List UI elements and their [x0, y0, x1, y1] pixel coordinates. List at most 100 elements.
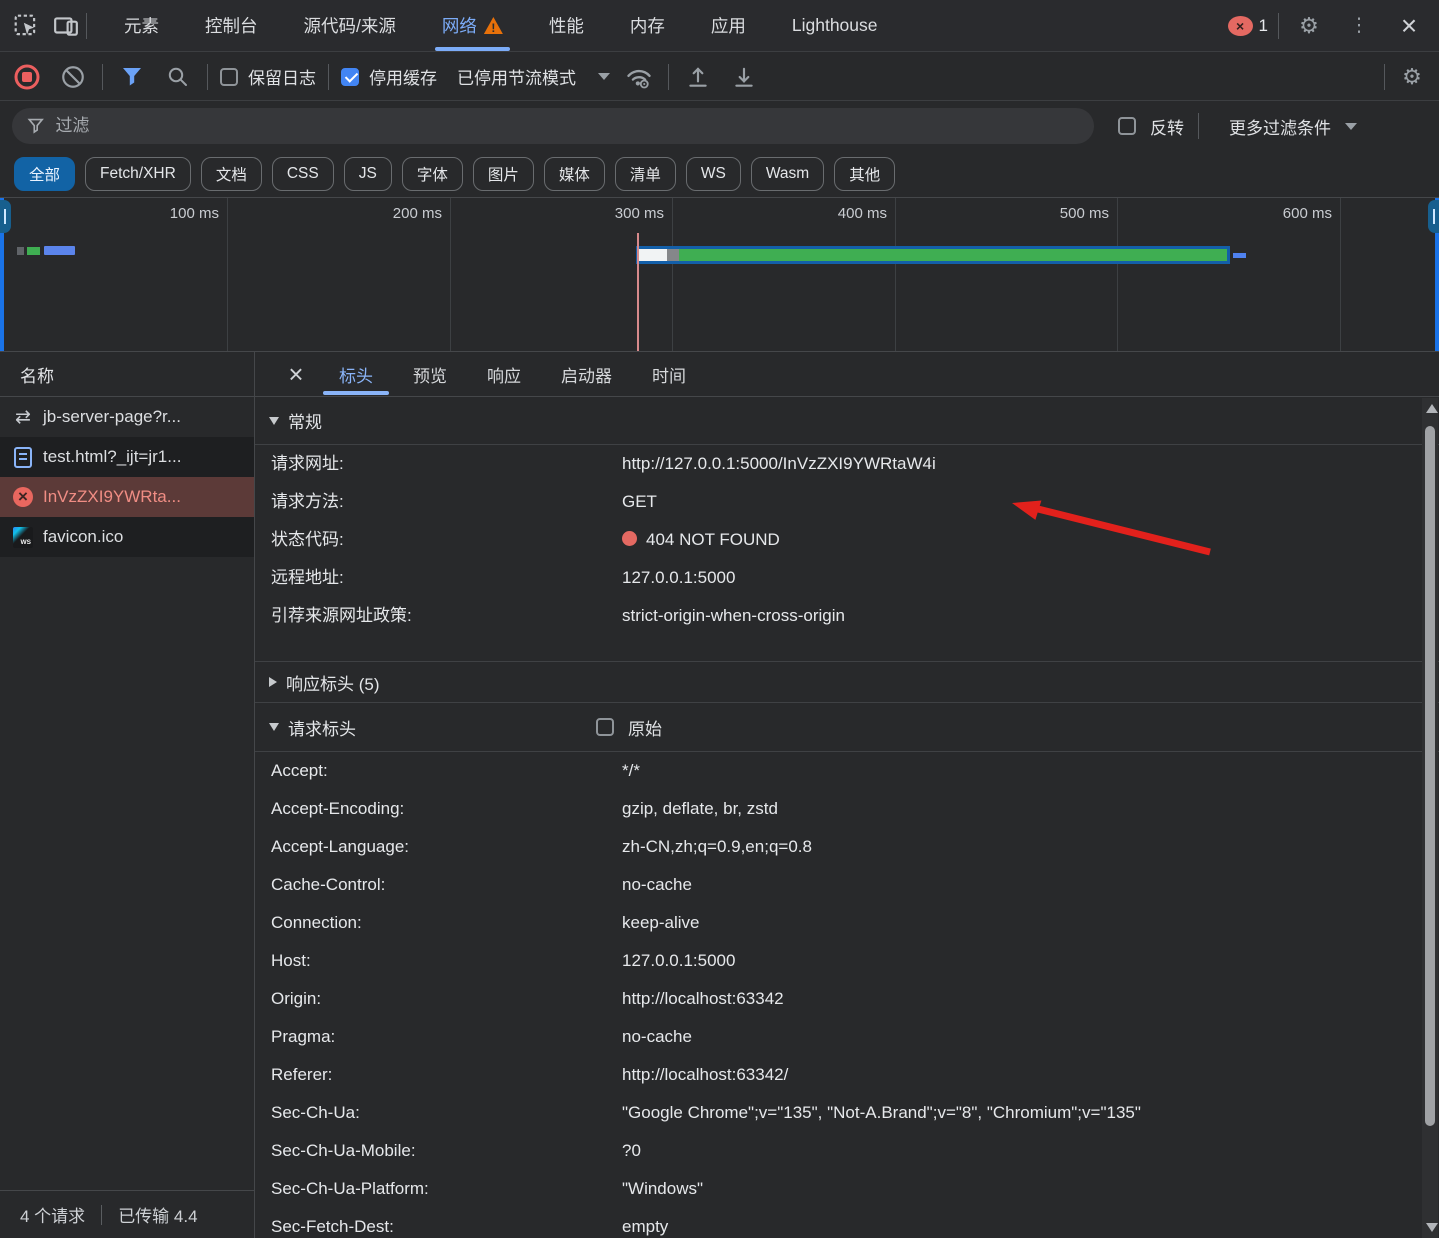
general-section-header[interactable]: 常规: [255, 397, 1439, 445]
header-value: strict-origin-when-cross-origin: [622, 606, 845, 625]
header-value: 127.0.0.1:5000: [622, 568, 735, 587]
scrollbar-up-arrow-icon[interactable]: [1426, 404, 1438, 413]
divider: [1384, 64, 1385, 90]
resource-type-chip[interactable]: 字体: [402, 157, 463, 191]
clear-network-log-button[interactable]: [56, 60, 90, 94]
header-value: 127.0.0.1:5000: [622, 951, 735, 970]
invert-filter-checkbox[interactable]: [1118, 117, 1136, 135]
request-bar-small-green[interactable]: [27, 247, 40, 255]
devtools-tab[interactable]: 内存: [607, 0, 688, 52]
resource-type-chip[interactable]: 全部: [14, 157, 75, 191]
request-row[interactable]: InVzZXI9YWRta...: [0, 477, 254, 517]
devtools-tab[interactable]: 网络: [419, 0, 526, 52]
filter-row: 反转 更多过滤条件: [0, 102, 1439, 150]
device-toolbar-icon[interactable]: [46, 6, 86, 46]
request-bar-small-blue[interactable]: [44, 246, 75, 255]
devtools-tab[interactable]: 元素: [101, 0, 182, 52]
headers-content: 常规 请求网址: http://127.0.0.1:5000/InVzZXI9Y…: [255, 397, 1439, 1238]
details-tab[interactable]: 标头: [325, 352, 387, 397]
preserve-log-checkbox[interactable]: [220, 68, 238, 86]
resource-type-chip[interactable]: CSS: [272, 157, 334, 191]
details-tab[interactable]: 预览: [399, 352, 461, 397]
close-devtools-icon[interactable]: ×: [1389, 6, 1429, 46]
resource-type-chip[interactable]: WS: [686, 157, 741, 191]
devtools-tab[interactable]: Lighthouse: [769, 0, 901, 52]
gridline: [1117, 198, 1118, 352]
preserve-log-toggle[interactable]: 保留日志: [220, 64, 316, 89]
warning-icon: [484, 17, 503, 34]
header-value: keep-alive: [622, 913, 700, 932]
details-tab[interactable]: 启动器: [547, 352, 626, 397]
request-headers-section-header[interactable]: 请求标头 原始: [255, 703, 1439, 752]
throttling-select[interactable]: 已停用节流模式: [457, 64, 610, 89]
kebab-menu-icon[interactable]: ⋮: [1339, 6, 1379, 46]
more-filters-label[interactable]: 更多过滤条件: [1229, 114, 1331, 139]
request-type-icon: [13, 527, 33, 547]
network-overview-waterfall[interactable]: 100 ms200 ms300 ms400 ms500 ms600 ms: [0, 198, 1439, 352]
devtools-tab[interactable]: 性能: [526, 0, 607, 52]
header-key: Cache-Control:: [255, 866, 622, 904]
overview-right-drag-handle[interactable]: [1428, 200, 1439, 233]
request-headers-title: 请求标头: [288, 715, 356, 740]
request-name: InVzZXI9YWRta...: [43, 487, 181, 507]
name-column-header[interactable]: 名称: [0, 352, 254, 397]
header-row: Host: 127.0.0.1:5000: [255, 942, 1439, 980]
request-bar-small-gray[interactable]: [17, 247, 24, 255]
devtools-tab[interactable]: 应用: [688, 0, 769, 52]
gridline: [895, 198, 896, 352]
network-conditions-icon[interactable]: [622, 60, 656, 94]
header-key: Origin:: [255, 980, 622, 1018]
disable-cache-label: 停用缓存: [369, 64, 437, 89]
disable-cache-toggle[interactable]: 停用缓存: [341, 64, 437, 89]
scrollbar-thumb[interactable]: [1425, 426, 1435, 1126]
resource-type-chip[interactable]: JS: [344, 157, 392, 191]
network-settings-gear-icon[interactable]: ⚙: [1395, 60, 1429, 94]
header-value: http://localhost:63342: [622, 989, 784, 1008]
scrollbar-down-arrow-icon[interactable]: [1426, 1223, 1438, 1232]
chevron-down-icon: [598, 73, 610, 80]
export-har-icon[interactable]: [727, 60, 761, 94]
resource-type-chip[interactable]: 其他: [834, 157, 895, 191]
resource-type-chip[interactable]: 文档: [201, 157, 262, 191]
header-row: Cache-Control: no-cache: [255, 866, 1439, 904]
filter-input-container[interactable]: [12, 108, 1094, 144]
disable-cache-checkbox[interactable]: [341, 68, 359, 86]
request-type-icon: [13, 487, 33, 507]
filter-input[interactable]: [55, 116, 1080, 136]
header-key: Connection:: [255, 904, 622, 942]
details-scrollbar[interactable]: [1422, 398, 1438, 1238]
resource-type-chip[interactable]: Fetch/XHR: [85, 157, 191, 191]
search-icon[interactable]: [161, 60, 195, 94]
request-name: jb-server-page?r...: [43, 407, 181, 427]
gridline: [450, 198, 451, 352]
overview-left-drag-handle[interactable]: [0, 200, 11, 233]
request-name: favicon.ico: [43, 527, 123, 547]
request-row[interactable]: jb-server-page?r...: [0, 397, 254, 437]
request-row[interactable]: test.html?_ijt=jr1...: [0, 437, 254, 477]
error-count-badge[interactable]: × 1: [1228, 16, 1268, 36]
details-tab[interactable]: 响应: [473, 352, 535, 397]
resource-type-chip[interactable]: 清单: [615, 157, 676, 191]
close-details-icon[interactable]: ×: [283, 361, 309, 387]
request-rows: jb-server-page?r... test.html?_ijt=jr1..…: [0, 397, 254, 557]
devtools-tabs: 元素 控制台 源代码/来源 网络 性能: [101, 0, 901, 52]
raw-headers-checkbox[interactable]: [596, 718, 614, 736]
response-headers-section-header[interactable]: 响应标头 (5): [255, 662, 1439, 703]
divider: [1278, 13, 1279, 39]
record-network-log-button[interactable]: [10, 60, 44, 94]
devtools-tab[interactable]: 源代码/来源: [281, 0, 419, 52]
details-tab[interactable]: 时间: [638, 352, 700, 397]
status-error-dot: [622, 531, 637, 546]
selected-request-bar[interactable]: [636, 246, 1230, 264]
import-har-icon[interactable]: [681, 60, 715, 94]
resource-type-chip[interactable]: 图片: [473, 157, 534, 191]
devtools-tab[interactable]: 控制台: [182, 0, 281, 52]
request-row[interactable]: favicon.ico: [0, 517, 254, 557]
header-row: Accept-Encoding: gzip, deflate, br, zstd: [255, 790, 1439, 828]
inspect-element-icon[interactable]: [6, 6, 46, 46]
settings-gear-icon[interactable]: ⚙: [1289, 6, 1329, 46]
resource-type-chip[interactable]: Wasm: [751, 157, 824, 191]
filter-funnel-icon[interactable]: [115, 60, 149, 94]
expand-triangle-icon: [269, 677, 277, 687]
resource-type-chip[interactable]: 媒体: [544, 157, 605, 191]
